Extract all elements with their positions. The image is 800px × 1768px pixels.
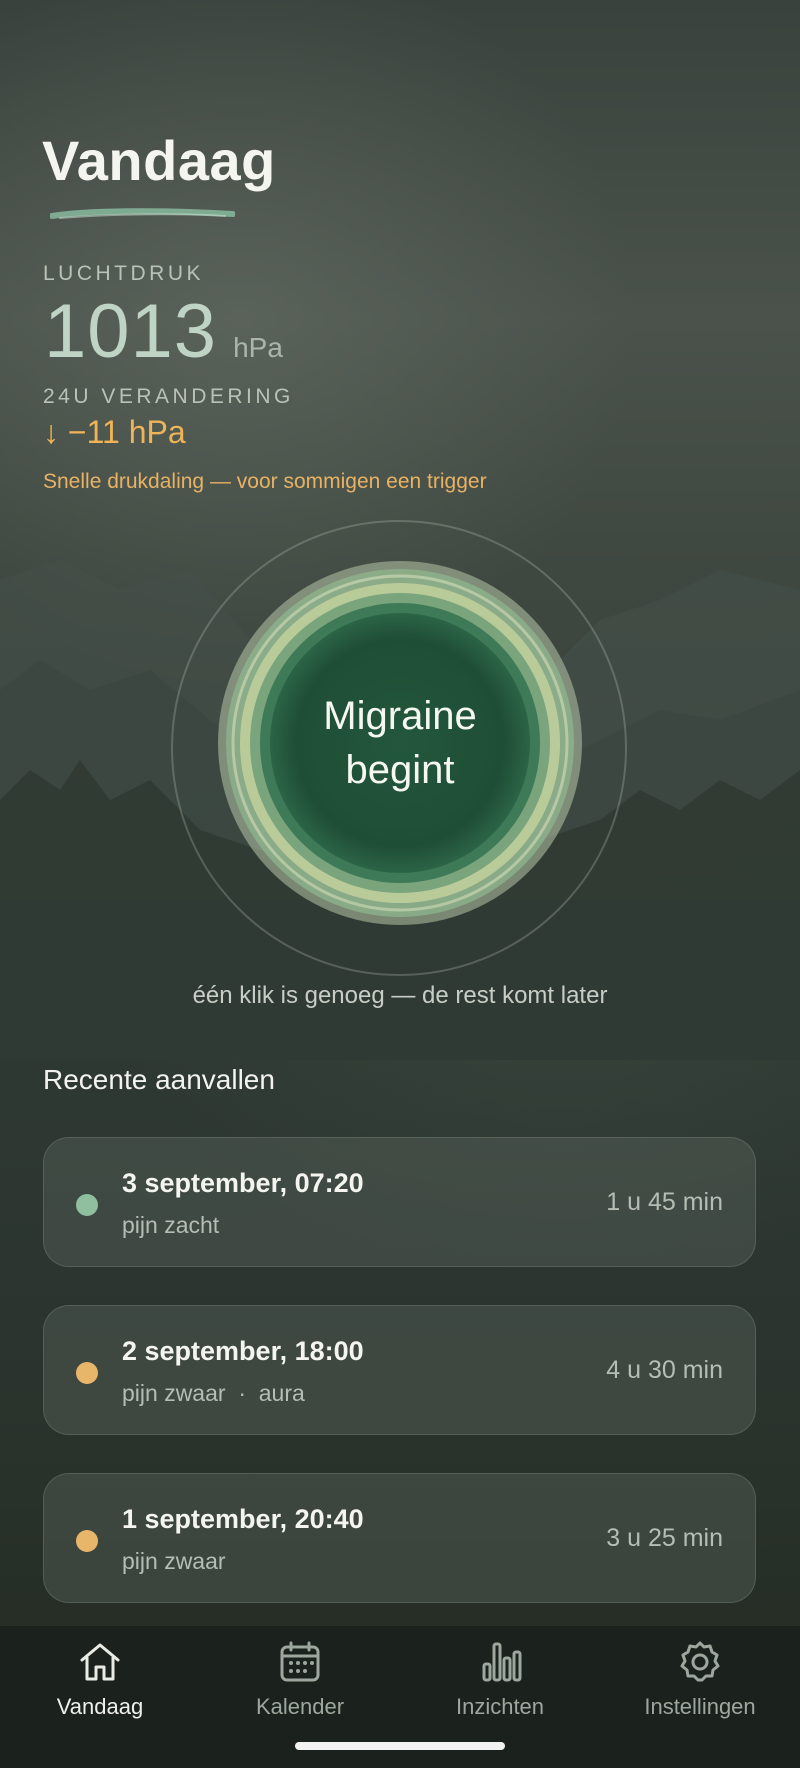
pressure-readout: 1013 hPa <box>44 288 283 375</box>
calendar-icon <box>280 1641 320 1682</box>
attack-details: pijn zacht <box>122 1212 220 1238</box>
gear-icon <box>680 1641 720 1682</box>
attack-card[interactable]: 2 september, 18:00 pijn zwaar · aura 4 u… <box>43 1305 756 1435</box>
pressure-value: 1013 <box>44 289 218 374</box>
migraine-button-label[interactable]: Migraine begint <box>215 558 585 928</box>
title-underline-brush <box>50 208 235 219</box>
pressure-warning: Snelle drukdaling — voor sommigen een tr… <box>43 470 487 493</box>
tab-label: Vandaag <box>56 1694 144 1719</box>
attack-duration: 4 u 30 min <box>606 1356 723 1384</box>
button-label-line2: begint <box>345 748 455 792</box>
button-hint: één klik is genoeg — de rest komt later <box>192 982 608 1009</box>
bar-chart-icon <box>482 1642 522 1682</box>
migraine-start-button[interactable]: Migraine begint <box>215 558 585 928</box>
attack-details: pijn zwaar · aura <box>122 1380 305 1406</box>
status-dot-icon <box>76 1530 98 1552</box>
attack-date: 2 september, 18:00 <box>122 1336 364 1366</box>
tab-label: Instellingen <box>644 1694 756 1719</box>
tab-kalender[interactable]: Kalender <box>200 1638 400 1720</box>
home-icon <box>80 1643 120 1681</box>
attack-card[interactable]: 1 september, 20:40 pijn zwaar 3 u 25 min <box>43 1473 756 1603</box>
attack-duration: 3 u 25 min <box>606 1524 723 1552</box>
attack-card[interactable]: 3 september, 07:20 pijn zacht 1 u 45 min <box>43 1137 756 1267</box>
pressure-unit: hPa <box>233 332 283 363</box>
tab-label: Kalender <box>255 1694 345 1719</box>
change-label: 24U VERANDERING <box>43 385 294 408</box>
attack-duration: 1 u 45 min <box>606 1188 723 1216</box>
recent-attacks-heading: Recente aanvallen <box>43 1064 275 1095</box>
attack-details: pijn zwaar <box>122 1548 226 1574</box>
home-indicator[interactable] <box>295 1742 505 1750</box>
button-label-line1: Migraine <box>323 694 477 738</box>
tab-inzichten[interactable]: Inzichten <box>400 1638 600 1720</box>
page-title: Vandaag <box>42 129 276 192</box>
tab-instellingen[interactable]: Instellingen <box>600 1638 800 1720</box>
pressure-label: LUCHTDRUK <box>43 262 205 285</box>
attack-date: 3 september, 07:20 <box>122 1168 364 1198</box>
attack-date: 1 september, 20:40 <box>122 1504 364 1534</box>
pressure-change-value: ↓ −11 hPa <box>43 414 186 450</box>
status-dot-icon <box>76 1194 98 1216</box>
status-dot-icon <box>76 1362 98 1384</box>
tab-label: Inzichten <box>455 1694 545 1719</box>
tab-vandaag[interactable]: Vandaag <box>0 1638 200 1720</box>
